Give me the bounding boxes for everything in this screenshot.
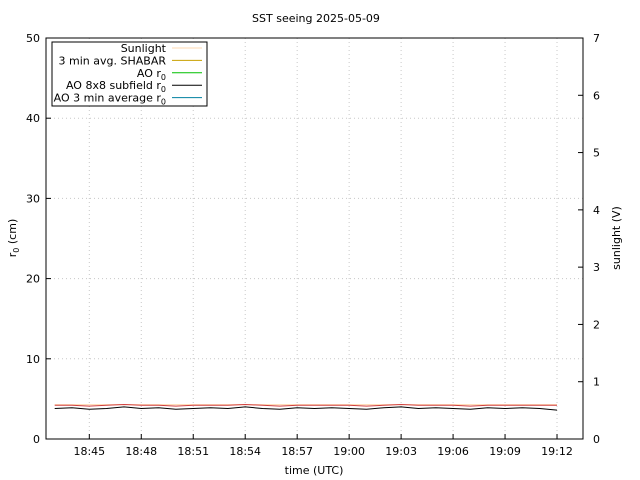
y2-axis-label: sunlight (V)	[610, 206, 623, 270]
x-tick-label: 18:45	[73, 445, 105, 458]
y-tick-label: 30	[26, 192, 40, 205]
x-tick-label: 18:48	[125, 445, 157, 458]
x-tick-label: 18:54	[229, 445, 261, 458]
y-tick-label: 20	[26, 273, 40, 286]
x-axis-label: time (UTC)	[285, 464, 344, 477]
y2-axis-ticks: 0 1 2 3 4 5 6 7	[578, 32, 600, 446]
x-tick-label: 18:51	[177, 445, 209, 458]
y-axis-ticks: 0 10 20 30 40 50	[26, 32, 51, 446]
x-tick-label: 19:03	[385, 445, 417, 458]
y2-tick-label: 2	[593, 318, 600, 331]
y-tick-label: 40	[26, 112, 40, 125]
y-axis-label: r0 (cm)	[6, 219, 21, 257]
y2-tick-label: 4	[593, 204, 600, 217]
y-axis-label-unit: (cm)	[6, 219, 19, 248]
x-tick-label: 19:09	[489, 445, 521, 458]
data-series	[54, 403, 558, 411]
y-tick-label: 50	[26, 32, 40, 45]
x-tick-label: 19:12	[541, 445, 573, 458]
seeing-chart: SST seeing 2025-05-09 0 10 20 30 40 50 0 1 2 3 4 5…	[6, 12, 623, 477]
y-tick-label: 10	[26, 353, 40, 366]
x-tick-label: 19:00	[333, 445, 365, 458]
legend: Sunlight3 min avg. SHABARAO r0AO 8x8 sub…	[51, 41, 208, 107]
y2-tick-label: 6	[593, 89, 600, 102]
y2-tick-label: 0	[593, 433, 600, 446]
legend-label: AO 3 min average r0	[54, 92, 166, 107]
legend-label: 3 min avg. SHABAR	[59, 54, 167, 67]
y2-tick-label: 1	[593, 376, 600, 389]
series-line-1	[54, 406, 558, 411]
y2-tick-label: 5	[593, 147, 600, 160]
y2-tick-label: 7	[593, 32, 600, 45]
y2-tick-label: 3	[593, 261, 600, 274]
x-tick-label: 18:57	[281, 445, 313, 458]
x-axis-ticks: 18:45 18:48 18:51 18:54 18:57 19:00 19:03 19:06…	[73, 434, 573, 458]
y-tick-label: 0	[33, 433, 40, 446]
x-tick-label: 19:06	[437, 445, 469, 458]
legend-label: Sunlight	[121, 42, 167, 55]
chart-title: SST seeing 2025-05-09	[252, 12, 380, 25]
